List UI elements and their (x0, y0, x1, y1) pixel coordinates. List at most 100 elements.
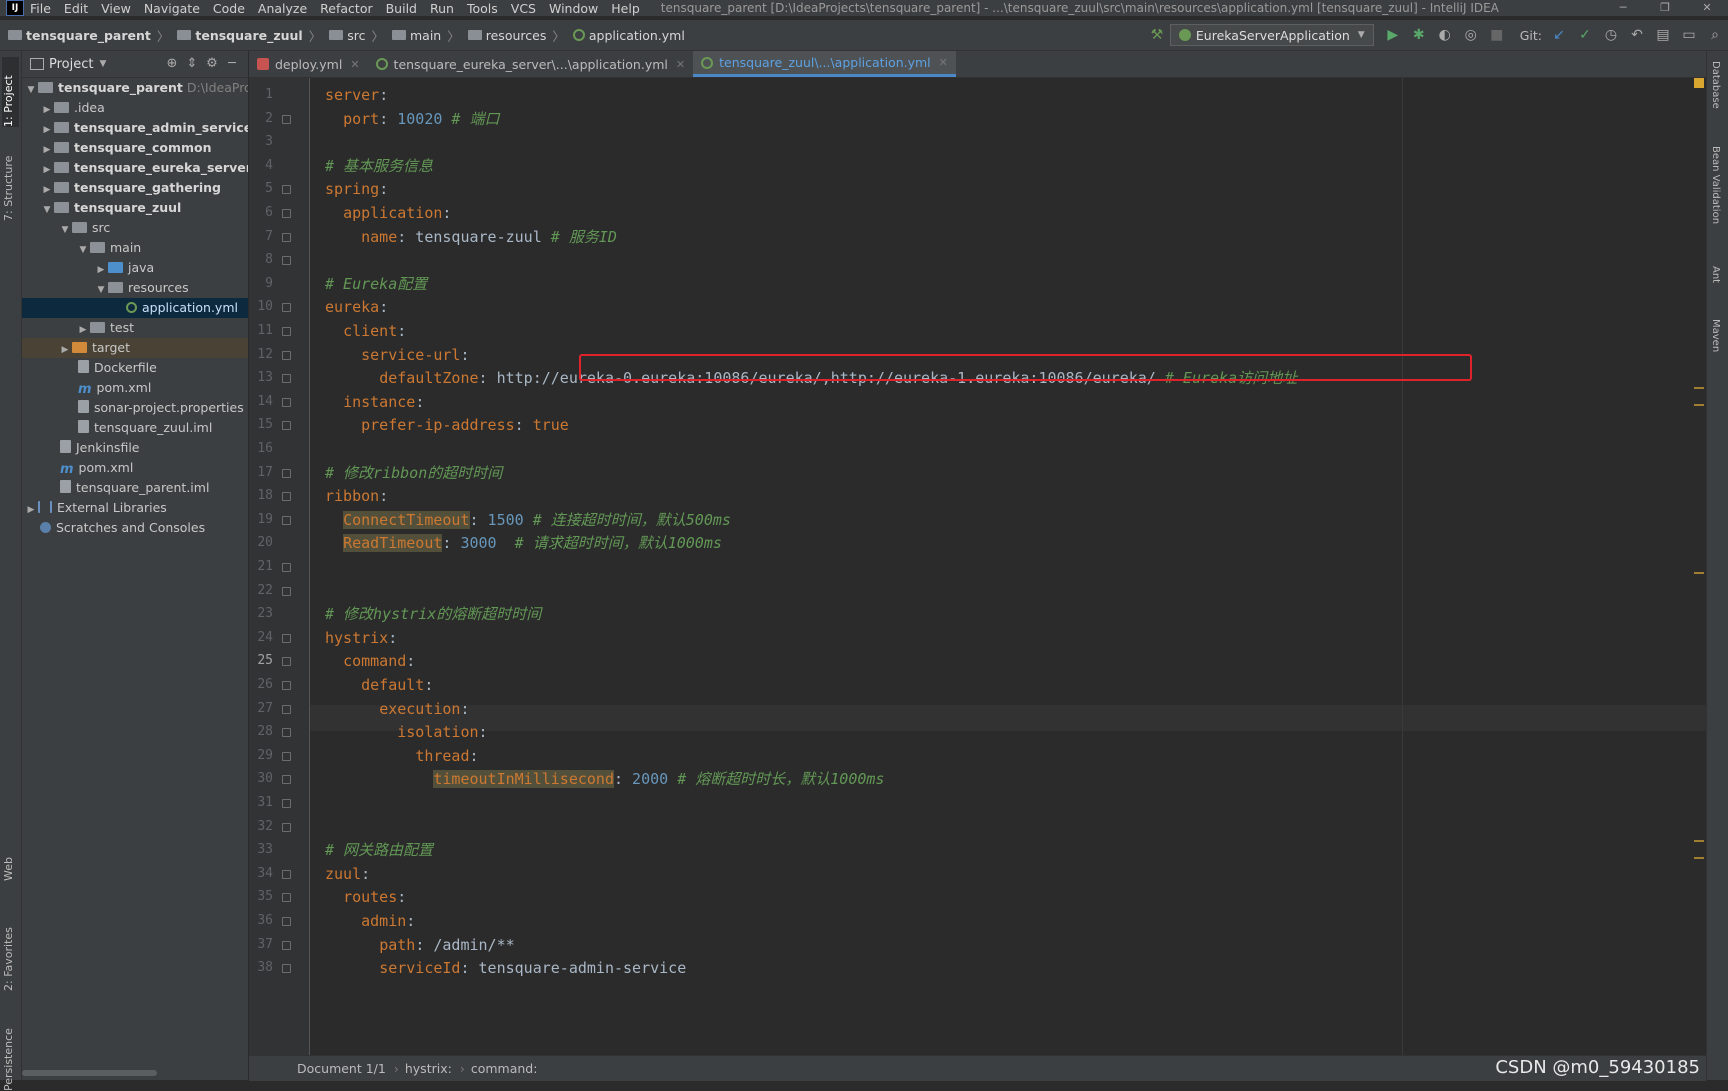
fold-marker-icon[interactable] (282, 492, 291, 502)
tool-tab-maven[interactable]: Maven (1710, 319, 1721, 352)
editor-gutter[interactable]: 1 2 3 4 5 6 7 8 9 10 11 12 13 14 15 16 17 18 19 20 21 22 23 24 2… (249, 78, 310, 1055)
restore-icon[interactable]: ❐ (1644, 0, 1686, 16)
fold-marker-icon[interactable] (282, 940, 291, 950)
run-icon[interactable]: ▶ (1382, 24, 1404, 46)
fold-marker-icon[interactable] (282, 586, 291, 596)
fold-marker-icon[interactable] (282, 728, 291, 738)
menu-vcs[interactable]: VCS (511, 1, 536, 16)
fold-marker-icon[interactable] (282, 822, 291, 832)
fold-marker-icon[interactable] (282, 799, 291, 808)
tool-tab-ant[interactable]: Ant (1710, 266, 1721, 283)
tree-item-resources[interactable]: ▼ resources (22, 278, 248, 298)
menu-help[interactable]: Help (611, 1, 640, 16)
build-hammer-icon[interactable]: ⚒ (1146, 24, 1168, 46)
tool-tab-project[interactable]: 1: Project (2, 57, 19, 127)
tree-item-scratches[interactable]: Scratches and Consoles (22, 518, 248, 538)
fold-marker-icon[interactable] (282, 681, 291, 690)
settings-gear-icon[interactable]: ⚙ (202, 56, 222, 71)
tree-item-target[interactable]: ▶ target (22, 338, 248, 358)
menu-window[interactable]: Window (549, 1, 598, 16)
tree-item-idea[interactable]: ▶ .idea (22, 98, 248, 118)
fold-marker-icon[interactable] (282, 657, 291, 667)
tool-tab-persistence[interactable]: Persistence (2, 1011, 19, 1091)
menu-edit[interactable]: Edit (64, 1, 88, 16)
fold-marker-icon[interactable] (282, 421, 291, 431)
tab-zuul-application-yml[interactable]: tensquare_zuul\...\application.yml ✕ (693, 51, 956, 77)
tree-item-jenkinsfile[interactable]: Jenkinsfile (22, 438, 248, 458)
tree-item-application-yml[interactable]: application.yml (22, 298, 248, 318)
fold-marker-icon[interactable] (282, 893, 291, 903)
breadcrumb-src[interactable]: src 〉 (321, 26, 384, 45)
tool-tab-favorites[interactable]: 2: Favorites (2, 911, 19, 991)
fold-marker-icon[interactable] (282, 704, 291, 714)
fold-marker-icon[interactable] (282, 633, 291, 643)
tree-item-test[interactable]: ▶ test (22, 318, 248, 338)
tree-item-main[interactable]: ▼ main (22, 238, 248, 258)
project-view-select[interactable]: Project (49, 57, 93, 72)
tool-tab-structure[interactable]: 7: Structure (2, 141, 19, 221)
breadcrumb-project[interactable]: tensquare_parent 〉 (0, 26, 169, 45)
close-window-icon[interactable]: ✕ (1686, 0, 1728, 16)
tree-item-java[interactable]: ▶ java (22, 258, 248, 278)
git-commit-icon[interactable]: ✓ (1574, 24, 1596, 46)
tree-item-gathering[interactable]: ▶ tensquare_gathering (22, 178, 248, 198)
document-indicator[interactable]: Document 1/1 (297, 1061, 386, 1076)
debug-icon[interactable]: ✱ (1408, 24, 1430, 46)
close-tab-icon[interactable]: ✕ (350, 58, 359, 71)
fold-marker-icon[interactable] (282, 350, 291, 360)
git-history-icon[interactable]: ◷ (1600, 24, 1622, 46)
tree-item-parent-pom[interactable]: m pom.xml (22, 458, 248, 478)
tree-item-dockerfile[interactable]: Dockerfile (22, 358, 248, 378)
breadcrumb-command[interactable]: command: (471, 1061, 538, 1076)
close-tab-icon[interactable]: ✕ (939, 56, 948, 69)
fold-marker-icon[interactable] (282, 256, 291, 266)
fold-marker-icon[interactable] (282, 964, 291, 974)
tree-item-zuul-iml[interactable]: tensquare_zuul.iml (22, 418, 248, 438)
menu-refactor[interactable]: Refactor (320, 1, 372, 16)
tree-item-eureka-server[interactable]: ▶ tensquare_eureka_server (22, 158, 248, 178)
close-tab-icon[interactable]: ✕ (676, 58, 685, 71)
locate-file-icon[interactable]: ⊕ (162, 56, 182, 71)
stop-icon[interactable]: ■ (1486, 24, 1508, 46)
fold-marker-icon[interactable] (282, 209, 291, 218)
project-horizontal-scrollbar[interactable] (22, 1070, 157, 1076)
collapse-all-icon[interactable]: ⇕ (182, 56, 202, 71)
tree-item-common[interactable]: ▶ tensquare_common (22, 138, 248, 158)
fold-marker-icon[interactable] (282, 515, 291, 525)
fold-marker-icon[interactable] (282, 327, 291, 336)
tool-tab-bean-validation[interactable]: Bean Validation (1710, 146, 1721, 224)
editor-vertical-scrollbar[interactable] (1692, 78, 1706, 1055)
fold-marker-icon[interactable] (282, 917, 291, 926)
minimize-icon[interactable]: ─ (1602, 0, 1644, 16)
tree-item-sonar-properties[interactable]: sonar-project.properties (22, 398, 248, 418)
breadcrumb-resources[interactable]: resources 〉 (460, 26, 565, 45)
hide-panel-icon[interactable]: ─ (222, 56, 242, 71)
search-everywhere-icon[interactable]: ⌕ (1704, 24, 1726, 46)
tree-item-src[interactable]: ▼ src (22, 218, 248, 238)
breadcrumb-module[interactable]: tensquare_zuul 〉 (169, 26, 321, 45)
fold-marker-icon[interactable] (282, 185, 291, 195)
git-update-icon[interactable]: ↙ (1548, 24, 1570, 46)
fold-marker-icon[interactable] (282, 775, 291, 785)
menu-run[interactable]: Run (430, 1, 454, 16)
fold-marker-icon[interactable] (282, 397, 291, 407)
fold-marker-icon[interactable] (282, 468, 291, 478)
tab-deploy-yml[interactable]: deploy.yml ✕ (249, 51, 368, 77)
menu-analyze[interactable]: Analyze (258, 1, 307, 16)
project-structure-icon[interactable]: ▤ (1652, 24, 1674, 46)
fold-marker-icon[interactable] (282, 563, 291, 572)
tree-item-admin-service[interactable]: ▶ tensquare_admin_service (22, 118, 248, 138)
fold-marker-icon[interactable] (282, 869, 291, 879)
fold-marker-icon[interactable] (282, 303, 291, 313)
breadcrumb-file[interactable]: application.yml (565, 28, 685, 43)
fold-marker-icon[interactable] (282, 232, 291, 242)
menu-tools[interactable]: Tools (467, 1, 498, 16)
fold-marker-icon[interactable] (282, 751, 291, 761)
presentation-icon[interactable]: ▭ (1678, 24, 1700, 46)
breadcrumb-main[interactable]: main 〉 (384, 26, 460, 45)
profile-icon[interactable]: ◎ (1460, 24, 1482, 46)
menu-build[interactable]: Build (386, 1, 417, 16)
menu-code[interactable]: Code (213, 1, 245, 16)
fold-marker-icon[interactable] (282, 374, 291, 384)
tool-tab-database[interactable]: Database (1710, 61, 1721, 109)
